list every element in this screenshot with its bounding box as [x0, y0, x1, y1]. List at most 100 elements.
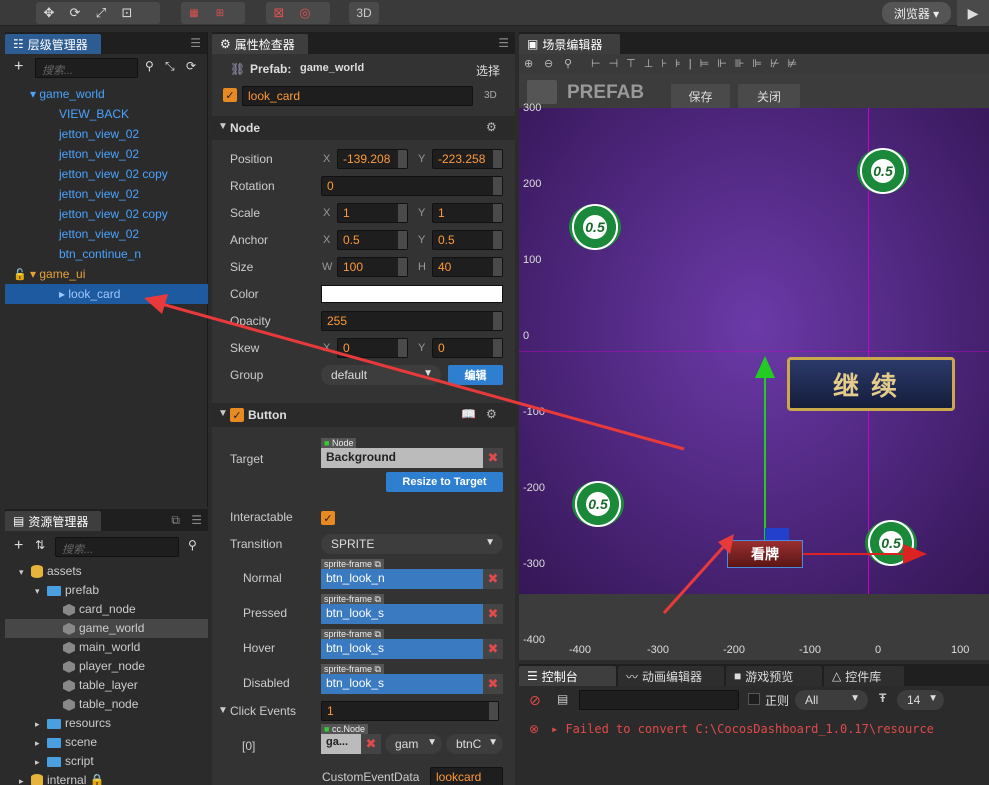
opacity-input[interactable]: 255 [321, 311, 503, 331]
move-tool-icon[interactable]: ✥ [36, 2, 62, 24]
sprite-clear-icon[interactable]: ✖ [483, 674, 503, 694]
target-ref-field[interactable]: Background [321, 448, 483, 468]
center-icon[interactable]: ⊞ [207, 2, 233, 24]
scale-y-input[interactable]: 1 [432, 203, 503, 223]
asset-item[interactable]: game_world [5, 619, 208, 638]
asset-item[interactable]: card_node [5, 600, 208, 619]
expand-arrow-icon[interactable]: ▸ [35, 715, 47, 734]
hierarchy-node[interactable]: ▾ game_ui [5, 264, 208, 284]
asset-item[interactable]: main_world [5, 638, 208, 657]
click-events-count-input[interactable]: 1 [321, 701, 499, 721]
popout-icon[interactable]: ⧉ [171, 513, 180, 528]
node-settings-icon[interactable]: ⚙ [486, 120, 497, 134]
sprite-ref-field[interactable]: btn_look_s [321, 639, 483, 659]
skew-x-spinner[interactable] [398, 339, 407, 357]
tab-animation[interactable]: 〰动画编辑器 [618, 666, 724, 686]
asset-item[interactable]: ▸ internal 🔒 [5, 771, 208, 785]
sort-icon[interactable]: ⇅ [35, 538, 45, 552]
node-3d-toggle[interactable]: 3D [484, 90, 497, 101]
zoom-fit-icon[interactable]: ⚲ [564, 57, 572, 70]
hierarchy-node[interactable]: jetton_view_02 copy [5, 164, 208, 184]
anchor-x-spinner[interactable] [398, 231, 407, 249]
hierarchy-node[interactable]: jetton_view_02 [5, 184, 208, 204]
node-name-input[interactable]: look_card [242, 86, 473, 106]
rect-tool-icon[interactable]: ⊡ [114, 2, 140, 24]
transition-dropdown[interactable]: SPRITE ▼ [321, 534, 503, 554]
skew-y-input[interactable]: 0 [432, 338, 503, 358]
asset-item[interactable]: ▸ scene [5, 733, 208, 752]
play-icon[interactable]: ▶ [957, 0, 989, 26]
expand-arrow-icon[interactable]: ▸ [35, 734, 47, 753]
skew-x-input[interactable]: 0 [337, 338, 408, 358]
chip-3[interactable]: 0.5 [572, 481, 624, 527]
prefab-save-button[interactable]: 保存 [671, 84, 730, 108]
anchor-y-input[interactable]: 0.5 [432, 230, 503, 250]
position-x-input[interactable]: -139.208 [337, 149, 408, 169]
expand-arrow-icon[interactable]: ▾ [19, 563, 31, 582]
scale-y-spinner[interactable] [493, 204, 502, 222]
three-d-toggle[interactable]: 3D [349, 2, 379, 24]
game-view[interactable]: 0.5 0.5 0.5 0.5 继续 看牌 [519, 108, 989, 594]
asset-item[interactable]: ▾ prefab [5, 581, 208, 600]
click-events-spinner[interactable] [489, 702, 498, 720]
sprite-clear-icon[interactable]: ✖ [483, 639, 503, 659]
click-events-arrow-icon[interactable]: ▼ [218, 705, 228, 716]
event-node-field[interactable]: ga... [321, 734, 361, 754]
tab-scene[interactable]: ▣ 场景编辑器 [519, 34, 620, 54]
node-active-checkbox[interactable]: ✓ [223, 88, 237, 102]
group-dropdown[interactable]: default ▼ [321, 365, 441, 385]
pivot-icon[interactable]: ▦ [181, 2, 207, 24]
size-w-spinner[interactable] [398, 258, 407, 276]
event-node-clear-icon[interactable]: ✖ [361, 734, 381, 754]
refresh-icon[interactable]: ⟳ [186, 59, 196, 73]
assets-search-input[interactable]: 搜索... [55, 537, 179, 557]
menu-icon[interactable]: ☰ [190, 36, 201, 50]
clear-icon[interactable]: ⊘ [529, 692, 541, 709]
lock-icon[interactable]: 🔓 [13, 268, 27, 281]
asset-item[interactable]: player_node [5, 657, 208, 676]
hierarchy-node[interactable]: VIEW_BACK [5, 104, 208, 124]
button-settings-icon[interactable]: ⚙ [486, 407, 497, 421]
resize-to-target-button[interactable]: Resize to Target [386, 472, 503, 492]
hierarchy-node[interactable]: jetton_view_02 [5, 124, 208, 144]
tab-widgets[interactable]: △ 控件库 [824, 666, 904, 686]
global-icon[interactable]: ◎ [292, 2, 318, 24]
chip-1[interactable]: 0.5 [857, 148, 909, 194]
expand-arrow-icon[interactable]: ▾ [35, 582, 47, 601]
assets-search-icon[interactable]: ⚲ [188, 538, 197, 552]
custom-event-input[interactable]: lookcard [430, 767, 503, 785]
hierarchy-node[interactable]: ▸ look_card [5, 284, 208, 304]
tab-inspector[interactable]: ⚙ 属性检查器 [212, 34, 308, 54]
align-icons[interactable]: ⊢⊣⊤⊥⊦⊧|⊨⊩⊪⊫⊬⊭ [591, 57, 805, 70]
asset-item[interactable]: ▾ assets [5, 562, 208, 581]
asset-item[interactable]: table_node [5, 695, 208, 714]
opacity-spinner[interactable] [493, 312, 502, 330]
target-clear-icon[interactable]: ✖ [483, 448, 503, 468]
book-icon[interactable]: 📖 [461, 407, 476, 421]
skew-y-spinner[interactable] [493, 339, 502, 357]
local-icon[interactable]: ⊠ [266, 2, 292, 24]
size-h-input[interactable]: 40 [432, 257, 503, 277]
tab-console[interactable]: ☰ 控制台 [519, 666, 616, 686]
expand-arrow-icon[interactable]: ▸ [19, 772, 31, 785]
sprite-clear-icon[interactable]: ✖ [483, 604, 503, 624]
sprite-ref-field[interactable]: btn_look_s [321, 604, 483, 624]
gizmo-y-arrow-icon[interactable] [755, 356, 775, 378]
hierarchy-node[interactable]: ▾ game_world [5, 84, 208, 104]
button-section-header[interactable]: ▼ ✓ Button 📖 ⚙ [212, 403, 515, 427]
zoom-in-icon[interactable]: ⊕ [524, 57, 533, 70]
anchor-x-input[interactable]: 0.5 [337, 230, 408, 250]
hierarchy-node[interactable]: jetton_view_02 copy [5, 204, 208, 224]
prefab-select-button[interactable]: 选择 [476, 62, 500, 79]
hierarchy-node[interactable]: jetton_view_02 [5, 224, 208, 244]
position-y-input[interactable]: -223.258 [432, 149, 503, 169]
sprite-ref-field[interactable]: btn_look_s [321, 674, 483, 694]
console-filter-input[interactable] [579, 690, 739, 710]
hierarchy-search-input[interactable]: 搜索... [35, 58, 138, 78]
rotation-input[interactable]: 0 [321, 176, 503, 196]
asset-item[interactable]: table_layer [5, 676, 208, 695]
scale-tool-icon[interactable]: ⤢ [88, 2, 114, 24]
tab-preview[interactable]: ■ 游戏预览 [726, 666, 822, 686]
console-error-message[interactable]: ▸ Failed to convert C:\CocosDashboard_1.… [551, 722, 934, 736]
log-icon[interactable]: ▤ [557, 692, 568, 706]
